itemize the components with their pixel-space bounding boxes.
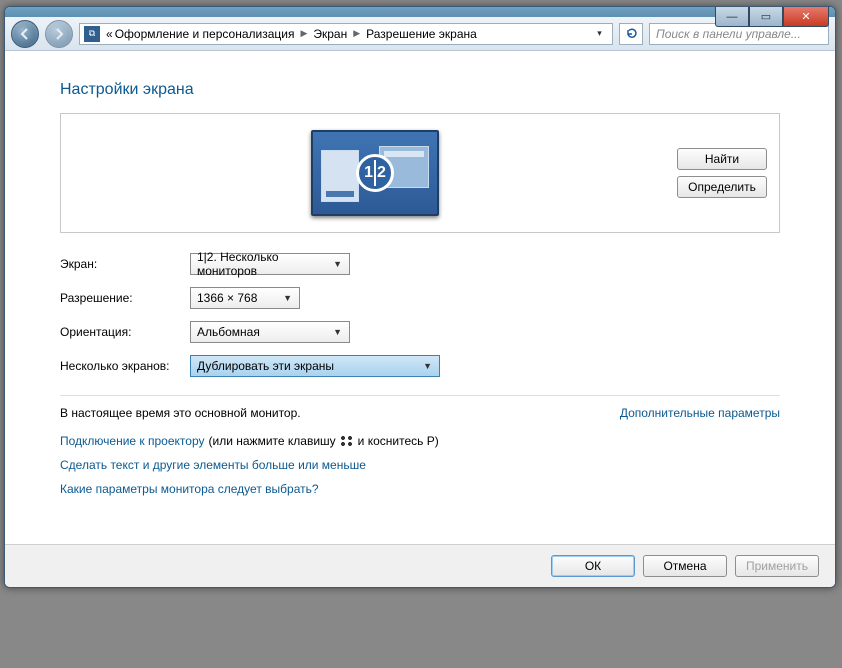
close-button[interactable]: ✕ bbox=[783, 7, 829, 27]
orientation-label: Ориентация: bbox=[60, 325, 190, 339]
projector-text-pre: (или нажмите клавишу bbox=[209, 434, 336, 448]
text-size-link[interactable]: Сделать текст и другие элементы больше и… bbox=[60, 458, 780, 472]
which-settings-link[interactable]: Какие параметры монитора следует выбрать… bbox=[60, 482, 780, 496]
breadcrumb-prefix: « bbox=[106, 27, 113, 41]
orientation-value: Альбомная bbox=[197, 325, 260, 339]
display-dropdown[interactable]: 1|2. Несколько мониторов ▼ bbox=[190, 253, 350, 275]
breadcrumb-sep-icon: ▶ bbox=[296, 28, 311, 39]
resolution-label: Разрешение: bbox=[60, 291, 190, 305]
forward-arrow-icon bbox=[52, 27, 66, 41]
window-frame: — ▭ ✕ ⧉ « Оформление и персонализация ▶ … bbox=[4, 6, 836, 588]
chevron-down-icon: ▼ bbox=[330, 259, 345, 269]
forward-button[interactable] bbox=[45, 20, 73, 48]
window-controls: — ▭ ✕ bbox=[715, 7, 829, 27]
monitor-number-badge: 12 bbox=[356, 154, 394, 192]
windows-key-icon bbox=[340, 435, 354, 447]
chevron-down-icon: ▼ bbox=[330, 327, 345, 337]
control-panel-icon: ⧉ bbox=[84, 26, 100, 42]
help-links: Подключение к проектору (или нажмите кла… bbox=[60, 434, 780, 496]
primary-monitor-row: В настоящее время это основной монитор. … bbox=[60, 406, 780, 420]
identify-button[interactable]: Определить bbox=[677, 176, 767, 198]
address-bar[interactable]: ⧉ « Оформление и персонализация ▶ Экран … bbox=[79, 23, 613, 45]
multiple-displays-dropdown[interactable]: Дублировать эти экраны ▼ bbox=[190, 355, 440, 377]
toolbar: ⧉ « Оформление и персонализация ▶ Экран … bbox=[5, 17, 835, 51]
window-glass bbox=[5, 7, 835, 17]
resolution-value: 1366 × 768 bbox=[197, 291, 257, 305]
resolution-dropdown[interactable]: 1366 × 768 ▼ bbox=[190, 287, 300, 309]
chevron-down-icon: ▼ bbox=[280, 293, 295, 303]
projector-text-post: и коснитесь P) bbox=[358, 434, 439, 448]
breadcrumb-sep-icon: ▶ bbox=[349, 28, 364, 39]
content-area: Настройки экрана 12 Найти Определить bbox=[5, 51, 835, 587]
dialog-button-bar: ОК Отмена Применить bbox=[5, 544, 835, 587]
search-placeholder: Поиск в панели управле... bbox=[656, 27, 801, 41]
monitor-arrangement[interactable]: 12 bbox=[311, 130, 439, 216]
multiple-displays-value: Дублировать эти экраны bbox=[197, 359, 334, 373]
ok-button[interactable]: ОК bbox=[551, 555, 635, 577]
orientation-dropdown[interactable]: Альбомная ▼ bbox=[190, 321, 350, 343]
breadcrumb-item-display[interactable]: Экран bbox=[313, 27, 347, 41]
settings-grid: Экран: 1|2. Несколько мониторов ▼ Разреш… bbox=[60, 253, 780, 377]
primary-monitor-text: В настоящее время это основной монитор. bbox=[60, 406, 301, 420]
refresh-icon bbox=[624, 27, 638, 41]
cancel-button[interactable]: Отмена bbox=[643, 555, 727, 577]
back-arrow-icon bbox=[18, 27, 32, 41]
display-preview-box: 12 Найти Определить bbox=[60, 113, 780, 233]
address-dropdown-icon[interactable]: ▾ bbox=[590, 28, 608, 39]
monitor-1-icon[interactable] bbox=[321, 150, 359, 202]
back-button[interactable] bbox=[11, 20, 39, 48]
display-label: Экран: bbox=[60, 257, 190, 271]
detect-button[interactable]: Найти bbox=[677, 148, 767, 170]
breadcrumb-item-resolution[interactable]: Разрешение экрана bbox=[366, 27, 477, 41]
maximize-button[interactable]: ▭ bbox=[749, 7, 783, 27]
divider bbox=[60, 395, 780, 396]
page-title: Настройки экрана bbox=[60, 81, 780, 99]
projector-link[interactable]: Подключение к проектору bbox=[60, 434, 205, 448]
chevron-down-icon: ▼ bbox=[420, 361, 435, 371]
multiple-displays-label: Несколько экранов: bbox=[60, 359, 190, 373]
minimize-button[interactable]: — bbox=[715, 7, 749, 27]
display-value: 1|2. Несколько мониторов bbox=[197, 250, 330, 278]
apply-button: Применить bbox=[735, 555, 819, 577]
breadcrumb-item-appearance[interactable]: Оформление и персонализация bbox=[115, 27, 295, 41]
refresh-button[interactable] bbox=[619, 23, 643, 45]
advanced-settings-link[interactable]: Дополнительные параметры bbox=[620, 406, 780, 420]
